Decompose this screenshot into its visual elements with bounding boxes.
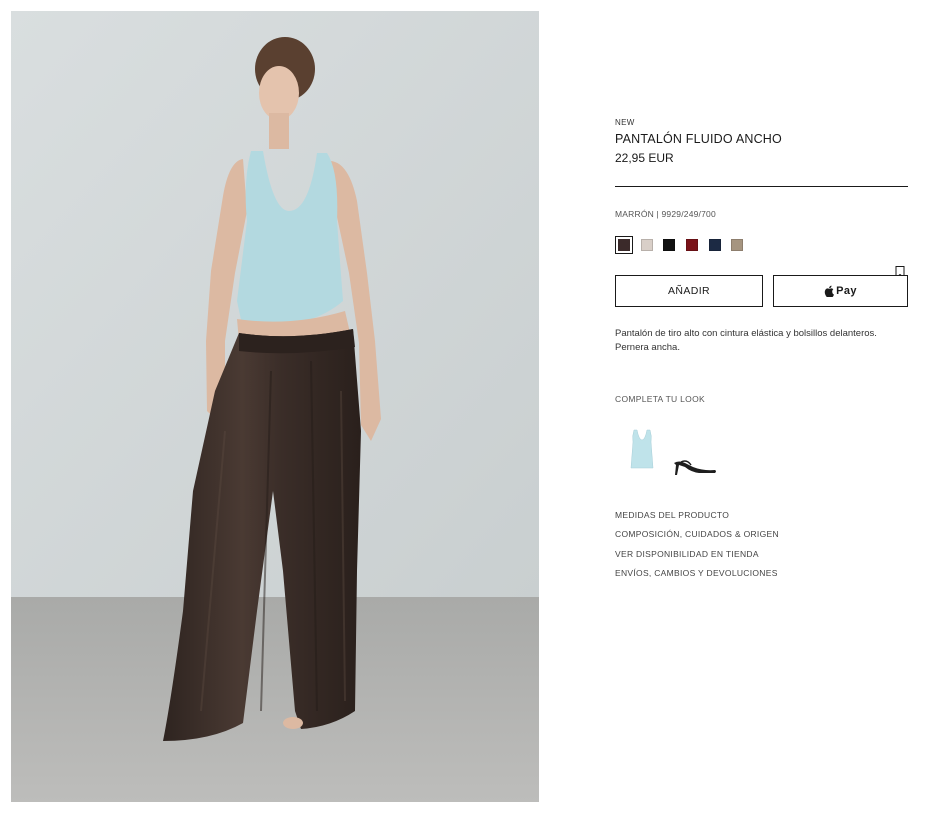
color-swatch-negro[interactable]: [663, 239, 675, 251]
divider: [615, 186, 908, 187]
link-shipping-returns[interactable]: ENVÍOS, CAMBIOS Y DEVOLUCIONES: [615, 567, 779, 586]
product-price: 22,95 EUR: [615, 151, 674, 165]
link-composition-care-origin[interactable]: COMPOSICIÓN, CUIDADOS & ORIGEN: [615, 528, 779, 547]
apple-pay-button[interactable]: Pay: [773, 275, 908, 307]
color-swatches: [615, 236, 755, 256]
color-swatch-azul-marino[interactable]: [709, 239, 721, 251]
look-item-heeled-sandal[interactable]: [671, 455, 719, 477]
look-item-tank-top[interactable]: [627, 428, 657, 470]
apple-pay-label: Pay: [836, 285, 857, 297]
new-badge: NEW: [615, 118, 635, 127]
color-swatch-marron[interactable]: [615, 236, 633, 254]
add-to-cart-button[interactable]: AÑADIR: [615, 275, 763, 307]
product-photo[interactable]: [11, 11, 539, 802]
title-row: [615, 132, 908, 279]
color-swatch-rojo[interactable]: [686, 239, 698, 251]
product-description: Pantalón de tiro alto con cintura elásti…: [615, 328, 877, 353]
product-image: [11, 11, 539, 802]
link-store-availability[interactable]: VER DISPONIBILIDAD EN TIENDA: [615, 548, 779, 567]
complete-look-title: COMPLETA TU LOOK: [615, 394, 705, 404]
color-reference: MARRÓN | 9929/249/700: [615, 209, 716, 219]
apple-icon: [824, 285, 835, 297]
color-swatch-topo[interactable]: [731, 239, 743, 251]
color-swatch-crudo[interactable]: [641, 239, 653, 251]
product-info-links: MEDIDAS DEL PRODUCTO COMPOSICIÓN, CUIDAD…: [615, 509, 779, 586]
link-product-measurements[interactable]: MEDIDAS DEL PRODUCTO: [615, 509, 779, 528]
